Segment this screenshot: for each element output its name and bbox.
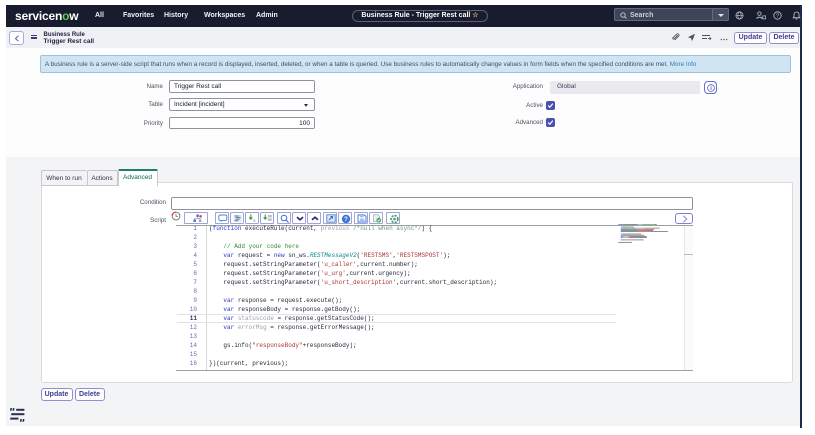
svg-text:?: ? bbox=[344, 217, 348, 223]
svg-text:?: ? bbox=[776, 14, 779, 20]
svg-text:s: s bbox=[253, 218, 256, 223]
